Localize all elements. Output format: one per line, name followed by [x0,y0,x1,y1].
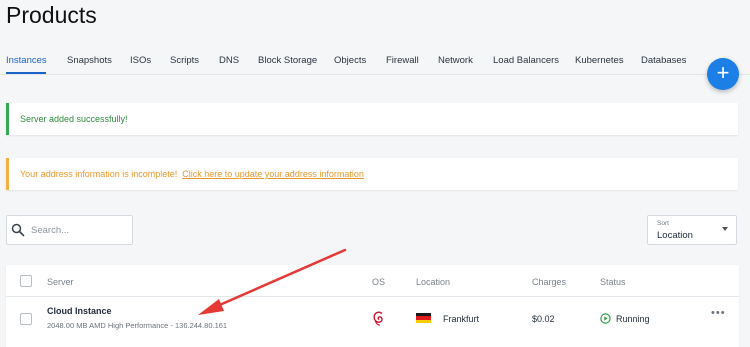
tab-kubernetes[interactable]: Kubernetes [575,55,624,66]
header-os[interactable]: OS [372,277,385,287]
tab-snapshots[interactable]: Snapshots [67,55,112,66]
table-header: Server OS Location Charges Status [6,265,739,297]
tab-block-storage[interactable]: Block Storage [258,55,317,66]
product-tabs: Instances Snapshots ISOs Scripts DNS Blo… [0,50,750,75]
sort-value: Location [657,230,693,241]
success-alert: Server added successfully! [6,103,738,135]
search-box[interactable] [6,215,133,245]
tab-load-balancers[interactable]: Load Balancers [493,55,559,66]
select-all-checkbox[interactable] [20,275,32,287]
page-title: Products [6,2,97,28]
location-value: Frankfurt [443,314,480,324]
tab-objects[interactable]: Objects [334,55,366,66]
server-name[interactable]: Cloud Instance [47,306,112,316]
instances-table: Server OS Location Charges Status Cloud … [6,265,739,347]
row-checkbox[interactable] [20,313,32,325]
germany-flag-icon [416,313,431,323]
warning-alert: Your address information is incomplete! … [6,158,738,190]
header-server[interactable]: Server [47,277,74,287]
search-icon [11,223,25,237]
tab-dns[interactable]: DNS [219,55,239,66]
sort-select[interactable]: Sort Location [647,215,737,245]
server-description: 2048.00 MB AMD High Performance - 136.24… [47,321,228,330]
tab-isos[interactable]: ISOs [130,55,151,66]
warning-alert-text: Your address information is incomplete! [20,169,178,179]
update-address-link[interactable]: Click here to update your address inform… [182,169,364,179]
header-location[interactable]: Location [416,277,450,287]
chevron-down-icon [722,227,728,231]
charges-value: $0.02 [532,314,555,324]
debian-icon [373,311,383,326]
plus-icon: + [716,60,730,85]
search-input[interactable] [31,224,131,236]
tab-scripts[interactable]: Scripts [170,55,199,66]
more-options-icon[interactable]: ••• [711,307,726,319]
header-charges[interactable]: Charges [532,277,566,287]
table-row[interactable]: Cloud Instance 2048.00 MB AMD High Perfo… [6,297,739,347]
add-product-button[interactable]: + [707,58,739,90]
tab-network[interactable]: Network [438,55,473,66]
header-status[interactable]: Status [600,277,626,287]
active-tab-indicator [6,72,46,74]
play-circle-icon [600,313,611,324]
sort-label: Sort [657,220,669,227]
tab-databases[interactable]: Databases [641,55,686,66]
status-value: Running [616,314,650,324]
success-alert-text: Server added successfully! [20,114,128,124]
tab-instances[interactable]: Instances [6,55,47,66]
tab-firewall[interactable]: Firewall [386,55,419,66]
